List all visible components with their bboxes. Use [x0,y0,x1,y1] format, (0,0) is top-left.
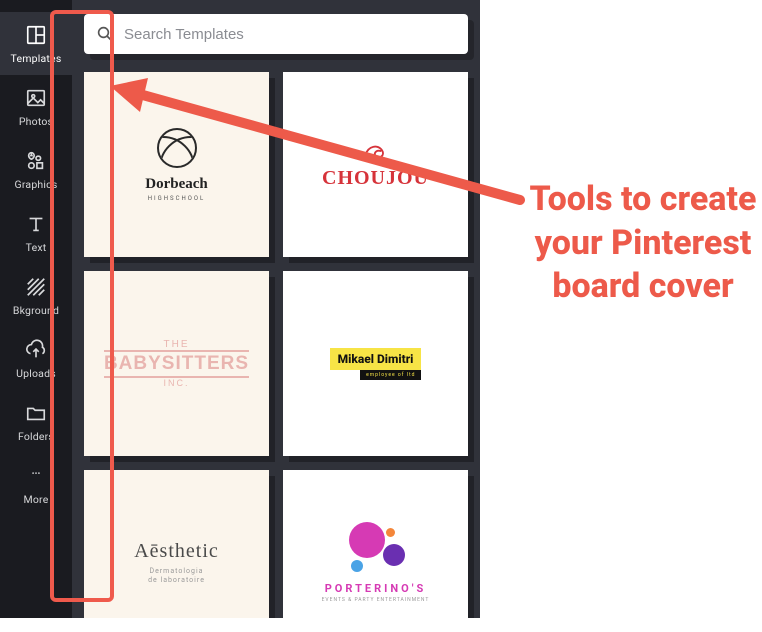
more-icon [25,465,47,487]
template-title: PORTERINO'S [325,582,427,595]
template-title: Aēsthetic [134,540,219,563]
sidebar-item-more[interactable]: More [0,453,72,516]
dorbeach-logo-icon [157,128,197,168]
template-sub-l2: de laboratoire [148,576,205,584]
graphics-icon [25,150,47,172]
photos-icon [25,87,47,109]
template-title: Mikael Dimitri [330,348,422,370]
sidebar-item-folders[interactable]: Folders [0,390,72,453]
search-input[interactable] [124,26,456,43]
sidebar-item-label: Uploads [16,367,56,380]
background-icon [25,276,47,298]
template-subtitle: employee of ltd [360,370,421,380]
uploads-icon [25,339,47,361]
sidebar-item-label: More [24,493,49,506]
template-sub-l1: Dermatologia [150,567,204,575]
sidebar-item-label: Folders [18,430,54,443]
sidebar-item-graphics[interactable]: Graphics [0,138,72,201]
template-subtitle: Dermatologia de laboratoire [148,567,205,585]
sidebar-item-label: Templates [11,52,62,65]
mikael-logo: Mikael Dimitri employee of ltd [330,348,422,380]
sidebar-item-label: Bkground [13,304,59,317]
template-title: CHOUJOU [322,167,429,190]
template-subtitle: HIGHSCHOOL [148,195,206,202]
porterino-shapes-icon [341,522,411,576]
templates-panel: Dorbeach HIGHSCHOOL CHOUJOU THE BABYSITT… [72,0,480,618]
sidebar-item-background[interactable]: Bkground [0,264,72,327]
template-tile[interactable]: Aēsthetic Dermatologia de laboratoire [84,470,269,618]
search-icon [96,25,114,43]
template-tile[interactable]: Dorbeach HIGHSCHOOL [84,72,269,257]
sidebar-item-label: Graphics [15,178,58,191]
choujou-swirl-icon [361,139,391,163]
babysitters-logo: THE BABYSITTERS INC. [104,339,249,388]
templates-icon [25,24,47,46]
annotation-text: Tools to create your Pinterest board cov… [528,178,758,309]
sidebar-item-text[interactable]: Text [0,201,72,264]
sidebar-item-photos[interactable]: Photos [0,75,72,138]
template-tile[interactable]: PORTERINO'S EVENTS & PARTY ENTERTAINMENT [283,470,468,618]
text-icon [25,213,47,235]
sidebar-item-templates[interactable]: Templates [0,12,72,75]
template-tile[interactable]: CHOUJOU [283,72,468,257]
sidebar-item-label: Text [26,241,47,254]
template-tile[interactable]: Mikael Dimitri employee of ltd [283,271,468,456]
template-line3: INC. [104,378,249,388]
design-app: Templates Photos [0,0,480,618]
sidebar-item-label: Photos [19,115,53,128]
search-bar[interactable] [84,14,468,54]
template-tile[interactable]: THE BABYSITTERS INC. [84,271,269,456]
folders-icon [25,402,47,424]
template-subtitle: EVENTS & PARTY ENTERTAINMENT [322,597,430,603]
sidebar-item-uploads[interactable]: Uploads [0,327,72,390]
tools-sidebar: Templates Photos [0,0,72,618]
template-line2: BABYSITTERS [104,350,249,378]
template-grid: Dorbeach HIGHSCHOOL CHOUJOU THE BABYSITT… [84,72,468,618]
template-line1: THE [104,339,249,350]
template-title: Dorbeach [145,176,208,193]
